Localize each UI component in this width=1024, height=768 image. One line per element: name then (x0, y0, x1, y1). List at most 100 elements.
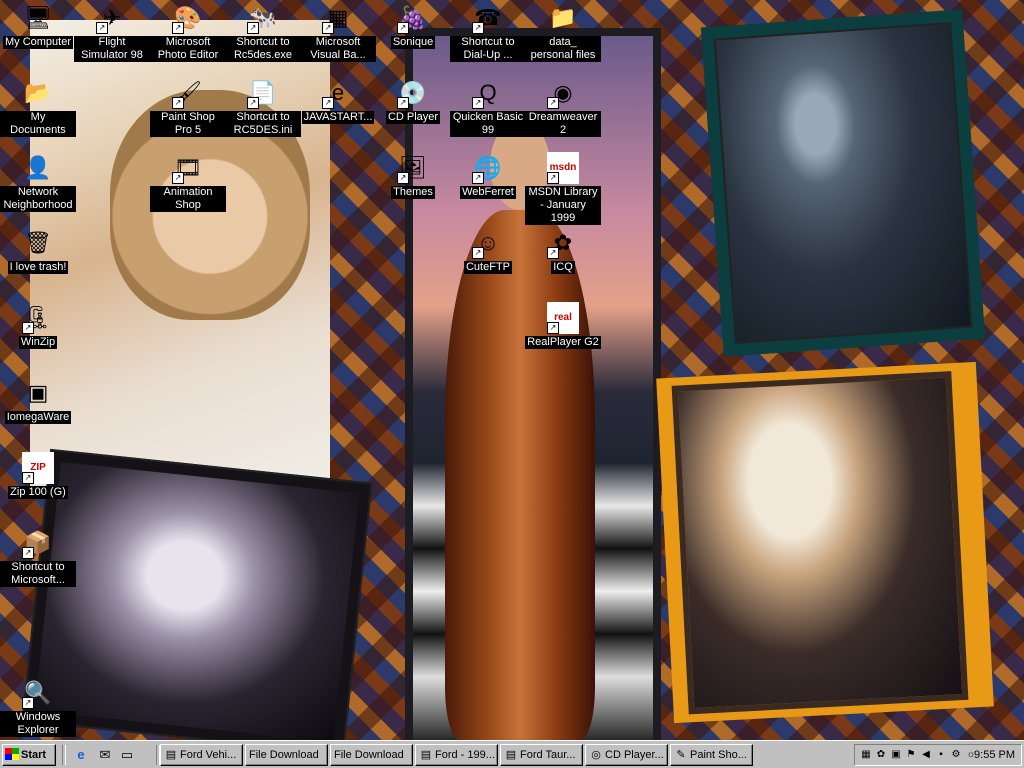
folder-icon: 📁 (547, 2, 579, 34)
desktop-icon[interactable]: 🍇 ↗ Sonique (375, 2, 451, 49)
desktop-icon[interactable]: 🌐 ↗ WebFerret (450, 152, 526, 199)
desktop-icon[interactable]: ☎ ↗ Shortcut to Dial-Up ... (450, 2, 526, 62)
themes-icon: 🖼 ↗ (397, 152, 429, 184)
desktop-icon[interactable]: 🔍 ↗ Windows Explorer (0, 677, 76, 737)
desktop-icon[interactable]: ☺ ↗ CuteFTP (450, 227, 526, 274)
desktop-icon[interactable]: msdn ↗ MSDN Library - January 1999 (525, 152, 601, 225)
desktop-icon[interactable]: 🗑 I love trash! (0, 227, 76, 274)
shortcut-arrow-icon: ↗ (172, 97, 184, 109)
taskbar: Start e ✉ ▭ ▤ Ford Vehi... File Download File… (0, 740, 1024, 768)
start-button[interactable]: Start (2, 744, 56, 766)
shortcut-arrow-icon: ↗ (96, 22, 108, 34)
desktop-icon[interactable]: 🖌 ↗ Paint Shop Pro 5 (150, 77, 226, 137)
desktop-icon[interactable]: 📦 ↗ Shortcut to Microsoft... (0, 527, 76, 587)
my-computer-icon: 🖥 (22, 2, 54, 34)
shortcut-arrow-icon: ↗ (547, 247, 559, 259)
shortcut-arrow-icon: ↗ (22, 697, 34, 709)
task-scheduler-icon[interactable]: ⚑ (904, 748, 918, 762)
shortcut-arrow-icon: ↗ (247, 22, 259, 34)
desktop-icon[interactable]: ✈ ↗ Flight Simulator 98 (74, 2, 150, 62)
windows-logo-icon (5, 748, 19, 760)
desktop-icon[interactable]: 💿 ↗ CD Player (375, 77, 451, 124)
task-button-label: Ford - 199... (435, 749, 495, 761)
icon-glyph: 📁 (549, 5, 577, 30)
animation-shop-icon: 🎞 ↗ (172, 152, 204, 184)
desktop-icon-label: Paint Shop Pro 5 (150, 111, 226, 137)
desktop-icon-label: Animation Shop (150, 186, 226, 212)
desktop-icon[interactable]: ZIP ↗ Zip 100 (G) (0, 452, 76, 499)
browser-page-icon: ▤ (165, 749, 177, 761)
desktop-icon[interactable]: ◉ ↗ Dreamweaver 2 (525, 77, 601, 137)
flight-simulator-icon: ✈ ↗ (96, 2, 128, 34)
browser-page-icon: ▤ (505, 749, 517, 761)
desktop-icon[interactable]: ✿ ↗ ICQ (525, 227, 601, 274)
desktop-icon-label: IomegaWare (4, 411, 72, 424)
desktop-icon[interactable]: 👤 Network Neighborhood (0, 152, 76, 212)
taskbar-task-button[interactable]: ▤ Ford Taur... (500, 744, 583, 766)
desktop-icon[interactable]: ▦ ↗ Microsoft Visual Ba... (300, 2, 376, 62)
desktop-icon[interactable]: 🎞 ↗ Animation Shop (150, 152, 226, 212)
icq-icon: ✿ ↗ (547, 227, 579, 259)
taskbar-task-button[interactable]: File Download (330, 744, 413, 766)
printer-tray-icon[interactable]: ▪ (934, 748, 948, 762)
shortcut-arrow-icon: ↗ (397, 172, 409, 184)
msdn-icon: msdn ↗ (547, 152, 579, 184)
shortcut-arrow-icon: ↗ (397, 22, 409, 34)
iomegaware-icon: ▣ (22, 377, 54, 409)
network-tray-icon[interactable]: ▦ (859, 748, 873, 762)
desktop-icon[interactable]: 📁 data_ personal files (525, 2, 601, 62)
desktop-icon[interactable]: 🎨 ↗ Microsoft Photo Editor (150, 2, 226, 62)
shortcut-arrow-icon: ↗ (247, 97, 259, 109)
shortcut-arrow-icon: ↗ (22, 322, 34, 334)
desktop-icon-label: JAVASTART... (301, 111, 375, 124)
task-button-label: Ford Taur... (520, 749, 576, 761)
desktop-icon[interactable]: 📄 ↗ Shortcut to RC5DES.ini (225, 77, 301, 137)
taskbar-task-button[interactable]: File Download (245, 744, 328, 766)
desktop-icon[interactable]: real ↗ RealPlayer G2 (525, 302, 601, 349)
desktop-icon-label: Sonique (390, 36, 436, 49)
desktop-icon[interactable]: 🖥 My Computer (0, 2, 76, 49)
taskbar-task-button[interactable]: ▤ Ford Vehi... (160, 744, 243, 766)
desktop-icon-label: Microsoft Visual Ba... (300, 36, 376, 62)
desktop-icon-label: My Computer (2, 36, 74, 49)
monitor-tray-icon[interactable]: ▣ (889, 748, 903, 762)
shortcut-arrow-icon: ↗ (472, 172, 484, 184)
desktop-icon[interactable]: Q ↗ Quicken Basic 99 (450, 77, 526, 137)
desktop-icon[interactable]: e ↗ JAVASTART... (300, 77, 376, 124)
icon-glyph: 🖥 (24, 5, 52, 30)
outlook-express-icon[interactable]: ✉ (96, 746, 114, 764)
desktop-icon[interactable]: 🐄 ↗ Shortcut to Rc5des.exe (225, 2, 301, 62)
paint-shop-pro-icon: 🖌 ↗ (172, 77, 204, 109)
desktop-icon[interactable]: 🗜 ↗ WinZip (0, 302, 76, 349)
desktop[interactable]: 🖥 My Computer ✈ ↗ Flight Simulator 98 🎨 ↗ Micro… (0, 0, 1024, 740)
scanner-tray-icon[interactable]: ⚙ (949, 748, 963, 762)
shortcut-arrow-icon: ↗ (397, 97, 409, 109)
icon-glyph: ▣ (27, 380, 49, 405)
desktop-icon[interactable]: 📂 My Documents (0, 77, 76, 137)
task-button-label: File Download (334, 749, 404, 761)
icq-tray-icon[interactable]: ✿ (874, 748, 888, 762)
taskbar-task-button[interactable]: ◎ CD Player... (585, 744, 668, 766)
desktop-icon-label: I love trash! (7, 261, 69, 274)
cd-player-icon: ◎ (591, 749, 601, 761)
start-label: Start (21, 749, 47, 761)
desktop-icon[interactable]: 🖼 ↗ Themes (375, 152, 451, 199)
taskbar-task-button[interactable]: ✎ Paint Sho... (670, 744, 753, 766)
wallpaper-dress-figure (445, 210, 595, 740)
desktop-icon-label: CD Player (385, 111, 441, 124)
internet-explorer-icon[interactable]: e (72, 746, 90, 764)
taskbar-task-button[interactable]: ▤ Ford - 199... (415, 744, 498, 766)
shortcut-arrow-icon: ↗ (547, 172, 559, 184)
shortcut-arrow-icon: ↗ (172, 22, 184, 34)
volume-icon[interactable]: ◀ (919, 748, 933, 762)
system-tray: ▦ ✿ ▣ ⚑ ◀ ▪ ⚙ ☼ 9:55 PM (854, 744, 1022, 766)
my-documents-icon: 📂 (22, 77, 54, 109)
desktop-icon-label: RealPlayer G2 (525, 336, 601, 349)
desktop-icon-label: Microsoft Photo Editor (150, 36, 226, 62)
clock[interactable]: 9:55 PM (974, 745, 1015, 765)
webferret-icon: 🌐 ↗ (472, 152, 504, 184)
desktop-icon-label: Zip 100 (G) (8, 486, 68, 499)
show-desktop-icon[interactable]: ▭ (118, 746, 136, 764)
network-neighborhood-icon: 👤 (22, 152, 54, 184)
desktop-icon[interactable]: ▣ IomegaWare (0, 377, 76, 424)
